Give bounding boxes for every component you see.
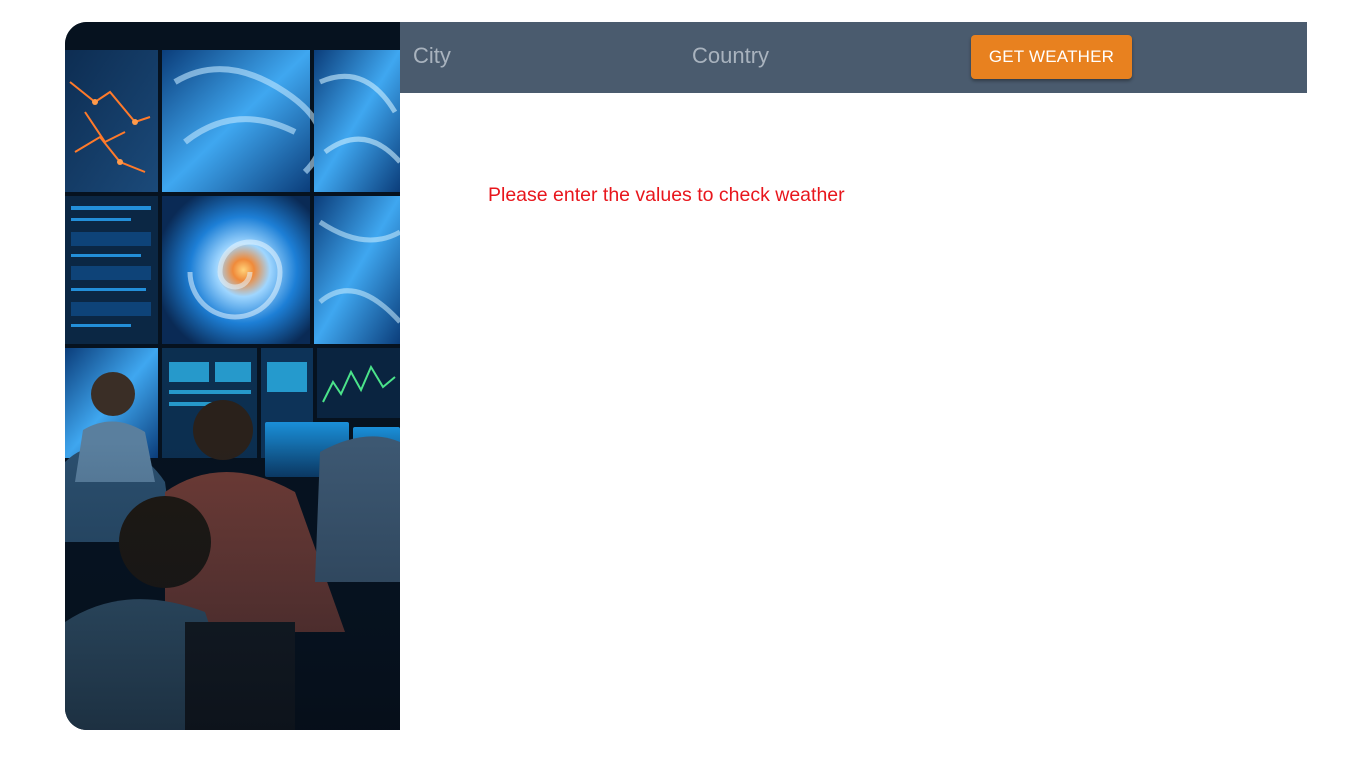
weather-control-room-image <box>65 22 400 730</box>
validation-message: Please enter the values to check weather <box>488 184 845 206</box>
country-input[interactable] <box>692 36 942 76</box>
weather-app: GET WEATHER Please enter the values to c… <box>65 22 1307 730</box>
search-form-bar: GET WEATHER <box>400 22 1307 93</box>
get-weather-button[interactable]: GET WEATHER <box>971 35 1132 79</box>
city-input[interactable] <box>413 36 663 76</box>
